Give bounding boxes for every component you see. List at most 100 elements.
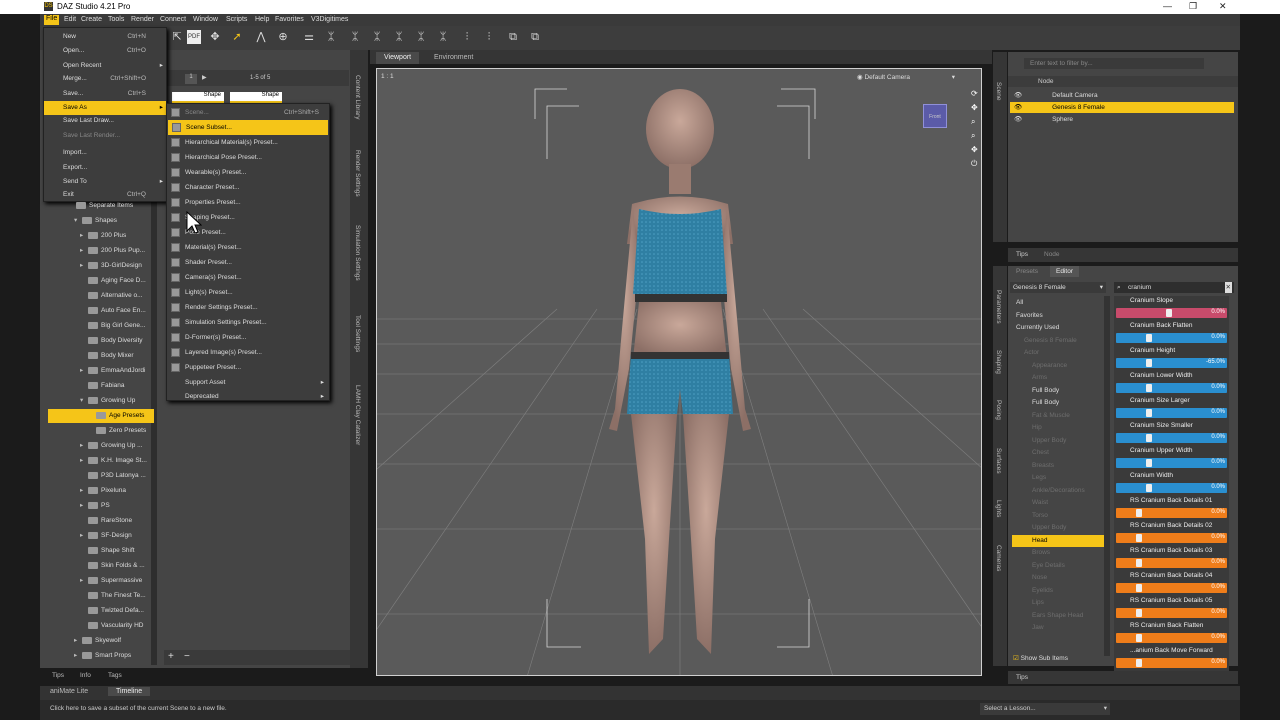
tab-lights[interactable]: Lights bbox=[995, 500, 1002, 517]
file-menu-item[interactable]: Send To ▸ bbox=[44, 175, 166, 189]
tree-item[interactable]: ▸ 200 Plus Pup... bbox=[48, 244, 154, 258]
orbit-icon[interactable]: ⟳ bbox=[971, 89, 978, 98]
menu-favorites[interactable]: Favorites bbox=[275, 16, 304, 23]
parameter-slider[interactable]: Cranium Height -65.0% bbox=[1114, 346, 1229, 371]
file-menu-item[interactable]: Save Last Render... bbox=[44, 129, 166, 143]
category-item[interactable]: Full Body bbox=[1012, 385, 1104, 397]
slider-knob[interactable] bbox=[1136, 659, 1142, 667]
file-menu-item[interactable]: Open Recent ▸ bbox=[44, 59, 166, 73]
tree-item[interactable]: Big Girl Gene... bbox=[48, 319, 154, 333]
save-as-item[interactable]: Camera(s) Preset... bbox=[167, 270, 329, 285]
slider-knob[interactable] bbox=[1136, 559, 1142, 567]
menu-tools[interactable]: Tools bbox=[108, 16, 124, 23]
dolly-icon[interactable]: ⌕ bbox=[971, 131, 975, 140]
view-cube[interactable]: Front bbox=[923, 104, 947, 128]
tree-item[interactable]: RareStone bbox=[48, 514, 154, 528]
parameter-slider[interactable]: Cranium Back Flatten 0.0% bbox=[1114, 321, 1229, 346]
minimize-button[interactable]: — bbox=[1163, 1, 1172, 11]
pose-icon-2[interactable]: ᛯ bbox=[370, 30, 384, 44]
tree-item[interactable]: ▸ Growing Up ... bbox=[48, 439, 154, 453]
file-menu-item[interactable]: Export... bbox=[44, 161, 166, 175]
tree-item[interactable]: Fabiana bbox=[48, 379, 154, 393]
parameter-slider[interactable]: RS Cranium Back Details 02 0.0% bbox=[1114, 521, 1229, 546]
scene-node[interactable]: 👁 Default Camera bbox=[1010, 90, 1234, 101]
rail-tab[interactable]: Simulation Settings bbox=[354, 225, 361, 281]
menu-file[interactable]: File bbox=[44, 15, 60, 25]
tree-item[interactable]: Shape Shift bbox=[48, 544, 154, 558]
category-item[interactable]: Legs bbox=[1012, 472, 1104, 484]
reset-icon[interactable]: ⏻ bbox=[971, 159, 977, 168]
tree-item[interactable]: ▾ Shapes bbox=[48, 214, 154, 228]
rail-tab[interactable]: Render Settings bbox=[354, 150, 361, 197]
node-weight-icon[interactable]: ⋀ bbox=[254, 30, 268, 44]
save-as-item[interactable]: Render Settings Preset... bbox=[167, 300, 329, 315]
tree-item[interactable]: ▸ Supermassive bbox=[48, 574, 154, 588]
tree-item[interactable]: Age Presets bbox=[48, 409, 154, 423]
distribute-icon[interactable]: ⫶ bbox=[482, 30, 496, 44]
parameter-slider[interactable]: Cranium Width 0.0% bbox=[1114, 471, 1229, 496]
rail-tab[interactable]: Content Library bbox=[354, 75, 361, 119]
clear-search-icon[interactable]: ✕ bbox=[1224, 282, 1232, 293]
tab-presets[interactable]: Presets bbox=[1016, 268, 1038, 275]
category-item[interactable]: Nose bbox=[1012, 572, 1104, 584]
tab-node[interactable]: Node bbox=[1044, 251, 1060, 258]
category-item[interactable]: Eyelids bbox=[1012, 585, 1104, 597]
parameter-slider[interactable]: ...anium Back Move Forward 0.0% bbox=[1114, 646, 1229, 671]
tab-timeline[interactable]: Timeline bbox=[108, 687, 151, 696]
visibility-icon[interactable]: 👁 bbox=[1010, 116, 1024, 123]
save-as-item[interactable]: Character Preset... bbox=[167, 180, 329, 195]
tree-item[interactable]: Alternative o... bbox=[48, 289, 154, 303]
scene-node[interactable]: 👁 Genesis 8 Female bbox=[1010, 102, 1234, 113]
zoom-icon[interactable]: ⌕ bbox=[971, 117, 975, 126]
tree-item[interactable]: Aging Face D... bbox=[48, 274, 154, 288]
category-scrollbar[interactable] bbox=[1104, 296, 1110, 656]
tree-item[interactable]: Skin Folds & ... bbox=[48, 559, 154, 573]
file-menu-item[interactable]: Merge... Ctrl+Shift+O bbox=[44, 72, 166, 86]
file-menu-item[interactable]: Save As ▸ bbox=[44, 101, 166, 115]
save-as-item[interactable]: Scene Subset... bbox=[168, 120, 328, 135]
parameter-slider[interactable]: Cranium Upper Width 0.0% bbox=[1114, 446, 1229, 471]
slider-knob[interactable] bbox=[1146, 334, 1152, 342]
category-item[interactable]: Brows bbox=[1012, 547, 1104, 559]
parameter-slider[interactable]: RS Cranium Back Details 03 0.0% bbox=[1114, 546, 1229, 571]
parameter-search-input[interactable]: ⌕ cranium ✕ bbox=[1114, 282, 1234, 293]
visibility-icon[interactable]: 👁 bbox=[1010, 104, 1024, 111]
tab-environment[interactable]: Environment bbox=[426, 52, 481, 64]
parameter-slider[interactable]: Cranium Size Larger 0.0% bbox=[1114, 396, 1229, 421]
category-item[interactable]: All bbox=[1012, 297, 1104, 309]
save-as-item[interactable]: Simulation Settings Preset... bbox=[167, 315, 329, 330]
tab-cameras[interactable]: Cameras bbox=[995, 545, 1002, 571]
category-item[interactable]: Hip bbox=[1012, 422, 1104, 434]
menu-scripts[interactable]: Scripts bbox=[226, 16, 247, 23]
pose-icon-3[interactable]: ᛯ bbox=[392, 30, 406, 44]
file-menu-item[interactable]: Open... Ctrl+O bbox=[44, 44, 166, 58]
category-item[interactable]: Fat & Muscle bbox=[1012, 410, 1104, 422]
tab-tips[interactable]: Tips bbox=[52, 672, 64, 679]
category-item[interactable]: Lips bbox=[1012, 597, 1104, 609]
tree-item[interactable]: ▸ Skyewolf bbox=[48, 634, 154, 648]
slider-knob[interactable] bbox=[1136, 534, 1142, 542]
file-menu-item[interactable]: New Ctrl+N bbox=[44, 30, 166, 44]
parameter-slider[interactable]: Cranium Size Smaller 0.0% bbox=[1114, 421, 1229, 446]
slider-knob[interactable] bbox=[1136, 609, 1142, 617]
parameter-slider[interactable]: RS Cranium Back Details 05 0.0% bbox=[1114, 596, 1229, 621]
page-number[interactable]: 1 bbox=[185, 74, 197, 84]
tool-icon[interactable]: ⇱ bbox=[170, 30, 184, 44]
save-as-item[interactable]: Wearable(s) Preset... bbox=[167, 165, 329, 180]
category-item[interactable]: Breasts bbox=[1012, 460, 1104, 472]
tree-item[interactable]: ▸ SF-Design bbox=[48, 529, 154, 543]
rail-tab[interactable]: LAMH Clay Catalizer bbox=[354, 385, 361, 445]
slider-knob[interactable] bbox=[1146, 359, 1152, 367]
slider-knob[interactable] bbox=[1146, 484, 1152, 492]
save-as-item[interactable]: Deprecated ▸ bbox=[167, 389, 329, 404]
save-as-item[interactable]: Light(s) Preset... bbox=[167, 285, 329, 300]
geometry-icon[interactable]: ᛯ bbox=[324, 30, 338, 44]
viewport-3d[interactable]: 1 : 1 ◉ Default Camera ▾ Front ⟳ ✥ ⌕ ⌕ ✥ ⏻ bbox=[376, 68, 982, 676]
category-item[interactable]: Currently Used bbox=[1012, 322, 1104, 334]
save-as-item[interactable]: Shader Preset... bbox=[167, 255, 329, 270]
scene-node[interactable]: 👁 Sphere bbox=[1010, 114, 1234, 125]
save-as-item[interactable]: Hierarchical Pose Preset... bbox=[167, 150, 329, 165]
category-item[interactable]: Chest bbox=[1012, 447, 1104, 459]
tab-posing[interactable]: Posing bbox=[995, 400, 1002, 420]
menu-render[interactable]: Render bbox=[131, 16, 154, 23]
